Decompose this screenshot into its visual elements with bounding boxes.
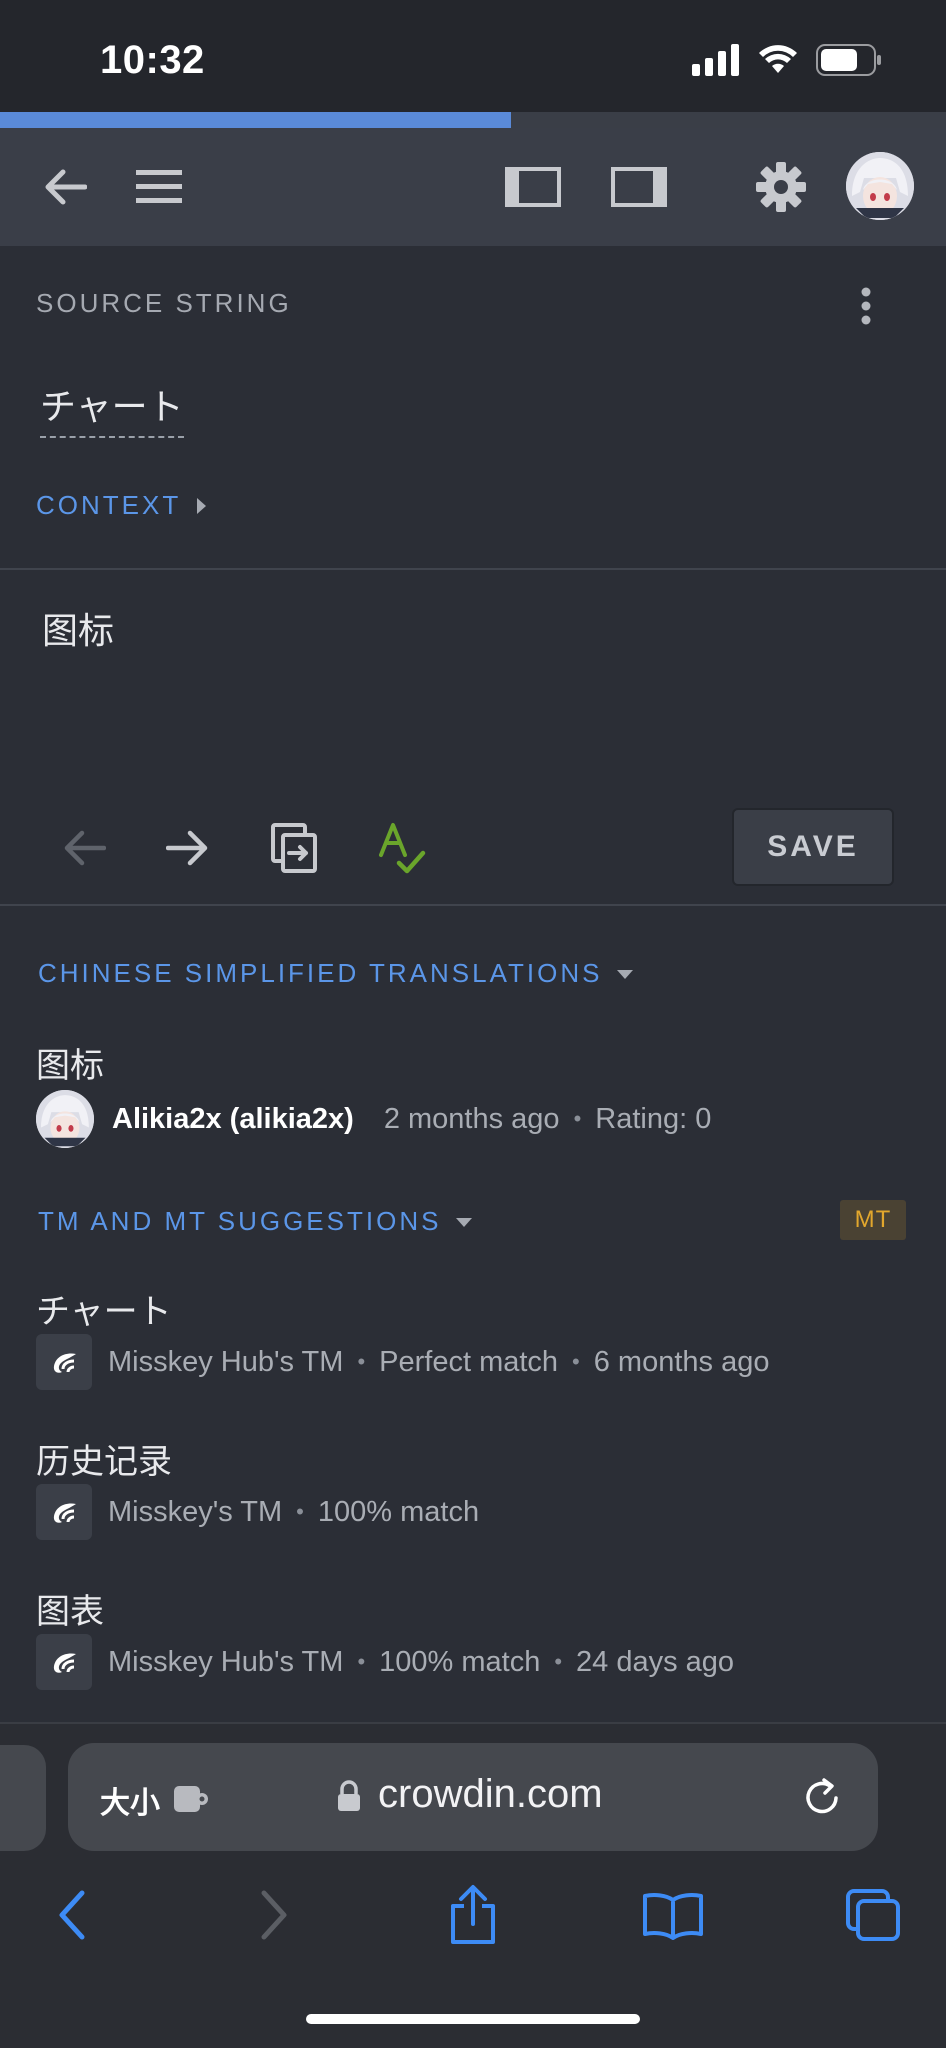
context-label: CONTEXT xyxy=(36,490,182,520)
separator-dot: • xyxy=(572,1349,580,1374)
back-button[interactable] xyxy=(32,154,98,220)
page-load-progress-fill xyxy=(0,112,511,128)
previous-string-button[interactable] xyxy=(52,816,116,880)
avatar-image xyxy=(846,152,914,220)
toggle-left-panel-button[interactable] xyxy=(500,154,566,220)
translations-header: CHINESE SIMPLIFIED TRANSLATIONS xyxy=(38,958,603,988)
avatar-image xyxy=(36,1090,94,1148)
divider xyxy=(0,568,946,570)
user-avatar[interactable] xyxy=(846,152,914,220)
translation-meta: Alikia2x (alikia2x) 2 months ago • Ratin… xyxy=(36,1090,711,1148)
kebab-menu-icon xyxy=(861,287,871,325)
suggestion-text[interactable]: チャート xyxy=(36,1284,172,1333)
context-toggle[interactable]: CONTEXT xyxy=(36,490,207,521)
app-toolbar xyxy=(0,128,946,246)
share-icon xyxy=(451,1885,495,1944)
menu-icon xyxy=(136,170,182,203)
tm-logo-icon xyxy=(36,1484,92,1540)
translator-avatar[interactable] xyxy=(36,1090,94,1148)
separator-dot: • xyxy=(573,1106,582,1131)
battery-icon xyxy=(816,44,881,76)
suggestion-text[interactable]: 历史记录 xyxy=(36,1434,172,1483)
suggestion-source: Misskey Hub's TM xyxy=(108,1645,344,1678)
translation-time: 2 months ago xyxy=(383,1102,560,1135)
separator-dot: • xyxy=(296,1499,304,1524)
save-button[interactable]: SAVE xyxy=(732,808,894,886)
suggestion-meta: Misskey's TM • 100% match xyxy=(36,1484,479,1540)
caret-down-icon xyxy=(456,1217,473,1227)
page-load-progress xyxy=(0,112,946,128)
share-button[interactable] xyxy=(438,1880,508,1950)
status-bar: 10:32 xyxy=(0,0,946,112)
previous-tab-peek[interactable] xyxy=(0,1745,46,1851)
suggestions-header: TM AND MT SUGGESTIONS xyxy=(38,1206,442,1236)
signal-icon xyxy=(692,44,739,76)
mt-badge[interactable]: MT xyxy=(840,1200,906,1240)
extension-icon[interactable] xyxy=(172,1782,212,1821)
reload-button[interactable] xyxy=(800,1776,844,1825)
lock-icon xyxy=(336,1780,362,1817)
wifi-icon xyxy=(759,45,797,73)
url-text[interactable]: crowdin.com xyxy=(378,1772,603,1817)
spellcheck-icon xyxy=(379,823,426,874)
suggestion-match: 100% match xyxy=(379,1645,541,1678)
translations-section-toggle[interactable]: CHINESE SIMPLIFIED TRANSLATIONS xyxy=(38,958,634,989)
separator-dot: • xyxy=(357,1349,366,1374)
caret-down-icon xyxy=(617,969,634,979)
spellcheck-button[interactable] xyxy=(370,816,434,880)
translation-text[interactable]: 图标 xyxy=(36,1038,104,1087)
browser-forward-button[interactable] xyxy=(240,1880,310,1950)
translation-input[interactable]: 图标 xyxy=(42,602,114,654)
status-icons xyxy=(692,44,882,76)
source-options-button[interactable] xyxy=(846,282,886,330)
gear-icon xyxy=(756,162,806,212)
suggestion-source: Misskey's TM xyxy=(108,1495,283,1528)
separator-dot: • xyxy=(357,1649,366,1674)
copy-source-button[interactable] xyxy=(262,816,326,880)
suggestion-time: 24 days ago xyxy=(576,1645,735,1678)
left-panel-icon xyxy=(505,167,561,207)
suggestion-meta: Misskey Hub's TM • 100% match • 24 days … xyxy=(36,1634,734,1690)
translation-rating: Rating: 0 xyxy=(595,1102,712,1135)
tm-logo-icon xyxy=(36,1634,92,1690)
suggestions-section-toggle[interactable]: TM AND MT SUGGESTIONS xyxy=(38,1206,473,1237)
back-arrow-icon xyxy=(45,169,87,205)
tm-logo-icon xyxy=(36,1334,92,1390)
browser-back-button[interactable] xyxy=(36,1880,106,1950)
next-arrow-icon xyxy=(166,830,208,866)
suggestion-text[interactable]: 图表 xyxy=(36,1584,104,1633)
bookmarks-icon xyxy=(643,1893,703,1940)
translator-name[interactable]: Alikia2x (alikia2x) xyxy=(112,1103,354,1136)
reload-icon xyxy=(806,1778,838,1814)
suggestion-match: Perfect match xyxy=(379,1345,559,1378)
copy-source-icon xyxy=(271,823,317,873)
previous-arrow-icon xyxy=(64,830,106,866)
home-indicator[interactable] xyxy=(306,2014,640,2024)
source-string-label: SOURCE STRING xyxy=(36,288,292,318)
bookmarks-button[interactable] xyxy=(638,1880,708,1950)
tabs-icon xyxy=(846,1889,900,1941)
tabs-button[interactable] xyxy=(838,1880,908,1950)
settings-button[interactable] xyxy=(748,154,814,220)
suggestion-meta: Misskey Hub's TM • Perfect match • 6 mon… xyxy=(36,1334,769,1390)
safari-forward-icon xyxy=(261,1890,287,1940)
right-panel-icon xyxy=(611,167,667,207)
separator-dot: • xyxy=(554,1649,563,1674)
text-size-button[interactable]: 大小 xyxy=(100,1778,160,1822)
suggestion-time: 6 months ago xyxy=(593,1345,770,1378)
toggle-right-panel-button[interactable] xyxy=(606,154,672,220)
safari-back-icon xyxy=(59,1890,85,1940)
status-time: 10:32 xyxy=(100,38,205,82)
suggestion-source: Misskey Hub's TM xyxy=(108,1345,344,1378)
divider xyxy=(0,904,946,906)
menu-button[interactable] xyxy=(126,154,192,220)
next-string-button[interactable] xyxy=(156,816,220,880)
caret-right-icon xyxy=(197,497,207,514)
suggestion-match: 100% match xyxy=(317,1495,480,1528)
source-string-text[interactable]: チャート xyxy=(40,378,184,438)
